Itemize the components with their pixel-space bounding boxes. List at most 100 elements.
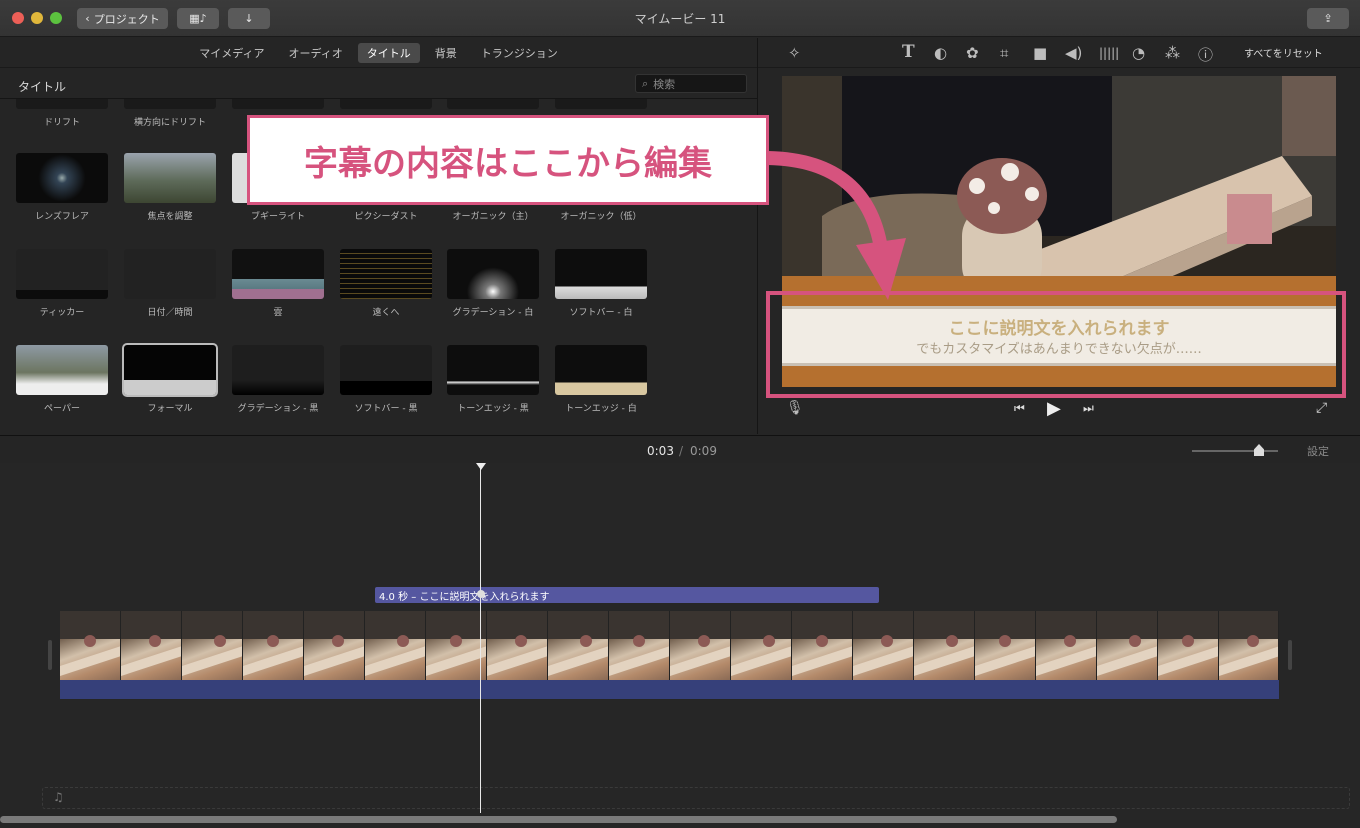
clip-right-handle[interactable] bbox=[1288, 640, 1292, 670]
stabilization-camera-icon[interactable]: ■ bbox=[1033, 44, 1047, 62]
playhead-handle[interactable] bbox=[476, 463, 486, 470]
clip-frame bbox=[121, 611, 182, 680]
magic-wand-icon[interactable]: ✧ bbox=[788, 44, 801, 62]
total-time: 0:09 bbox=[690, 444, 717, 458]
tab-audio[interactable]: オーディオ bbox=[280, 43, 352, 63]
title-tile-soft-bar-white[interactable]: ソフトバー - 白 bbox=[555, 249, 647, 318]
clip-frame bbox=[1158, 611, 1219, 680]
clip-frame bbox=[792, 611, 853, 680]
clip-frame bbox=[609, 611, 670, 680]
clip-frame bbox=[914, 611, 975, 680]
playhead[interactable] bbox=[480, 463, 481, 813]
title-tile-formal[interactable]: フォーマル bbox=[122, 343, 218, 414]
crop-icon[interactable]: ⌗ bbox=[1000, 44, 1008, 62]
title-tile-gradient-black[interactable]: グラデーション - 黒 bbox=[232, 345, 324, 414]
time-separator: / bbox=[679, 444, 684, 458]
title-label: トーンエッジ - 黒 bbox=[457, 404, 529, 414]
title-text-icon[interactable]: T bbox=[902, 42, 915, 62]
title-tile-torn-edge-black[interactable]: トーンエッジ - 黒 bbox=[447, 345, 539, 414]
title-tile-drift[interactable]: ドリフト bbox=[16, 99, 108, 128]
section-title: タイトル bbox=[18, 80, 67, 94]
title-tile-ticker[interactable]: ティッカー bbox=[16, 249, 108, 318]
title-tile-soft-bar-black[interactable]: ソフトバー - 黒 bbox=[340, 345, 432, 414]
playhead-knob[interactable] bbox=[477, 590, 485, 598]
callout-box: 字幕の内容はここから編集 bbox=[247, 115, 769, 205]
title-label: ピクシーダスト bbox=[354, 212, 418, 222]
clip-frame bbox=[1219, 611, 1279, 680]
title-label: 横方向にドリフト bbox=[133, 118, 206, 128]
fullscreen-icon[interactable]: ⤢ bbox=[1316, 400, 1327, 416]
clip-frame bbox=[487, 611, 548, 680]
settings-button[interactable]: 設定 bbox=[1307, 443, 1329, 459]
volume-icon[interactable]: ◀) bbox=[1065, 44, 1082, 62]
title-label: オーガニック（主） bbox=[452, 212, 534, 222]
title-label: 雲 bbox=[273, 308, 283, 318]
clip-frame bbox=[60, 611, 121, 680]
title-tile-paper[interactable]: ペーパー bbox=[16, 345, 108, 414]
clip-frame bbox=[731, 611, 792, 680]
title-tile-date-time[interactable]: 日付／時間 bbox=[124, 249, 216, 318]
horizontal-scrollbar[interactable] bbox=[0, 816, 1117, 823]
zoom-slider-thumb[interactable] bbox=[1254, 444, 1264, 456]
title-tile-blank[interactable] bbox=[447, 99, 539, 109]
reset-all-button[interactable]: すべてをリセット bbox=[1244, 45, 1323, 60]
tab-my-media[interactable]: マイメディア bbox=[190, 43, 273, 63]
tab-backgrounds[interactable]: 背景 bbox=[426, 43, 466, 63]
title-label: ソフトバー - 白 bbox=[569, 308, 633, 318]
clip-frame bbox=[975, 611, 1036, 680]
title-label: 焦点を調整 bbox=[147, 212, 193, 222]
clip-frame bbox=[243, 611, 304, 680]
title-tile-blank[interactable] bbox=[340, 99, 432, 109]
title-label: ブギーライト bbox=[250, 212, 305, 222]
share-button[interactable]: ⇪ bbox=[1307, 8, 1349, 29]
title-tile-blank[interactable] bbox=[232, 99, 324, 109]
zoom-slider-track[interactable] bbox=[1192, 450, 1278, 452]
music-track[interactable]: ♫ bbox=[42, 787, 1350, 809]
title-tile-torn-edge-white[interactable]: トーンエッジ - 白 bbox=[555, 345, 647, 414]
info-icon[interactable]: ⓘ bbox=[1198, 44, 1213, 65]
speed-icon[interactable]: ◔ bbox=[1132, 44, 1145, 62]
title-tile-lens-flare[interactable]: レンズフレア bbox=[16, 153, 108, 222]
search-field[interactable]: ⌕ 検索 bbox=[635, 74, 747, 93]
clip-frame bbox=[365, 611, 426, 680]
library-header: タイトル ⌕ 検索 bbox=[0, 69, 757, 99]
title-label: 日付／時間 bbox=[147, 308, 193, 318]
tab-transitions[interactable]: トランジション bbox=[472, 43, 567, 63]
title-clip[interactable]: 4.0 秒 – ここに説明文を入れられます bbox=[375, 587, 879, 603]
clip-frame bbox=[1036, 611, 1097, 680]
imovie-window: ‹ プロジェクト ▦♪ ↓ マイムービー 11 ⇪ マイメディア オーディオ タ… bbox=[0, 0, 1360, 828]
title-label: ティッカー bbox=[39, 308, 85, 318]
skip-forward-icon[interactable]: ⏭ bbox=[1083, 401, 1094, 416]
clip-frame bbox=[304, 611, 365, 680]
title-tile-adjust-focus[interactable]: 焦点を調整 bbox=[124, 153, 216, 222]
filter-icon[interactable]: ⁂ bbox=[1165, 44, 1180, 62]
title-clip-label: 4.0 秒 – ここに説明文を入れられます bbox=[379, 592, 550, 603]
title-label: ペーパー bbox=[44, 404, 80, 414]
title-tile-horizontal-drift[interactable]: 横方向にドリフト bbox=[124, 99, 216, 128]
color-palette-icon[interactable]: ✿ bbox=[966, 44, 979, 62]
title-tile-blank[interactable] bbox=[555, 99, 647, 109]
pointer-arrow bbox=[761, 151, 906, 300]
title-tile-far-far-away[interactable]: 遠くへ bbox=[340, 249, 432, 318]
skip-back-icon[interactable]: ⏮ bbox=[1014, 401, 1025, 416]
title-bar: ‹ プロジェクト ▦♪ ↓ マイムービー 11 ⇪ bbox=[0, 0, 1360, 37]
play-icon[interactable]: ▶ bbox=[1047, 398, 1061, 419]
title-tile-clouds[interactable]: 雲 bbox=[232, 249, 324, 318]
clip-left-handle[interactable] bbox=[48, 640, 52, 670]
window-title: マイムービー 11 bbox=[634, 12, 726, 26]
clip-frame bbox=[853, 611, 914, 680]
viewer-controls: 🎙 ⏮ ▶ ⏭ ⤢ bbox=[758, 396, 1360, 424]
search-placeholder: 検索 bbox=[653, 77, 676, 91]
clip-frame bbox=[548, 611, 609, 680]
color-balance-icon[interactable]: ◐ bbox=[934, 44, 947, 62]
audio-waveform-track bbox=[60, 680, 1279, 699]
clip-frame bbox=[182, 611, 243, 680]
title-label: ドリフト bbox=[43, 118, 80, 128]
callout-text: 字幕の内容はここから編集 bbox=[304, 143, 712, 184]
tab-titles[interactable]: タイトル bbox=[357, 42, 420, 63]
share-icon: ⇪ bbox=[1323, 12, 1333, 25]
title-label: グラデーション - 黒 bbox=[237, 404, 319, 414]
microphone-icon[interactable]: 🎙 bbox=[786, 400, 804, 416]
equalizer-icon[interactable]: ||||| bbox=[1099, 46, 1119, 60]
title-tile-gradient-white[interactable]: グラデーション - 白 bbox=[447, 249, 539, 318]
